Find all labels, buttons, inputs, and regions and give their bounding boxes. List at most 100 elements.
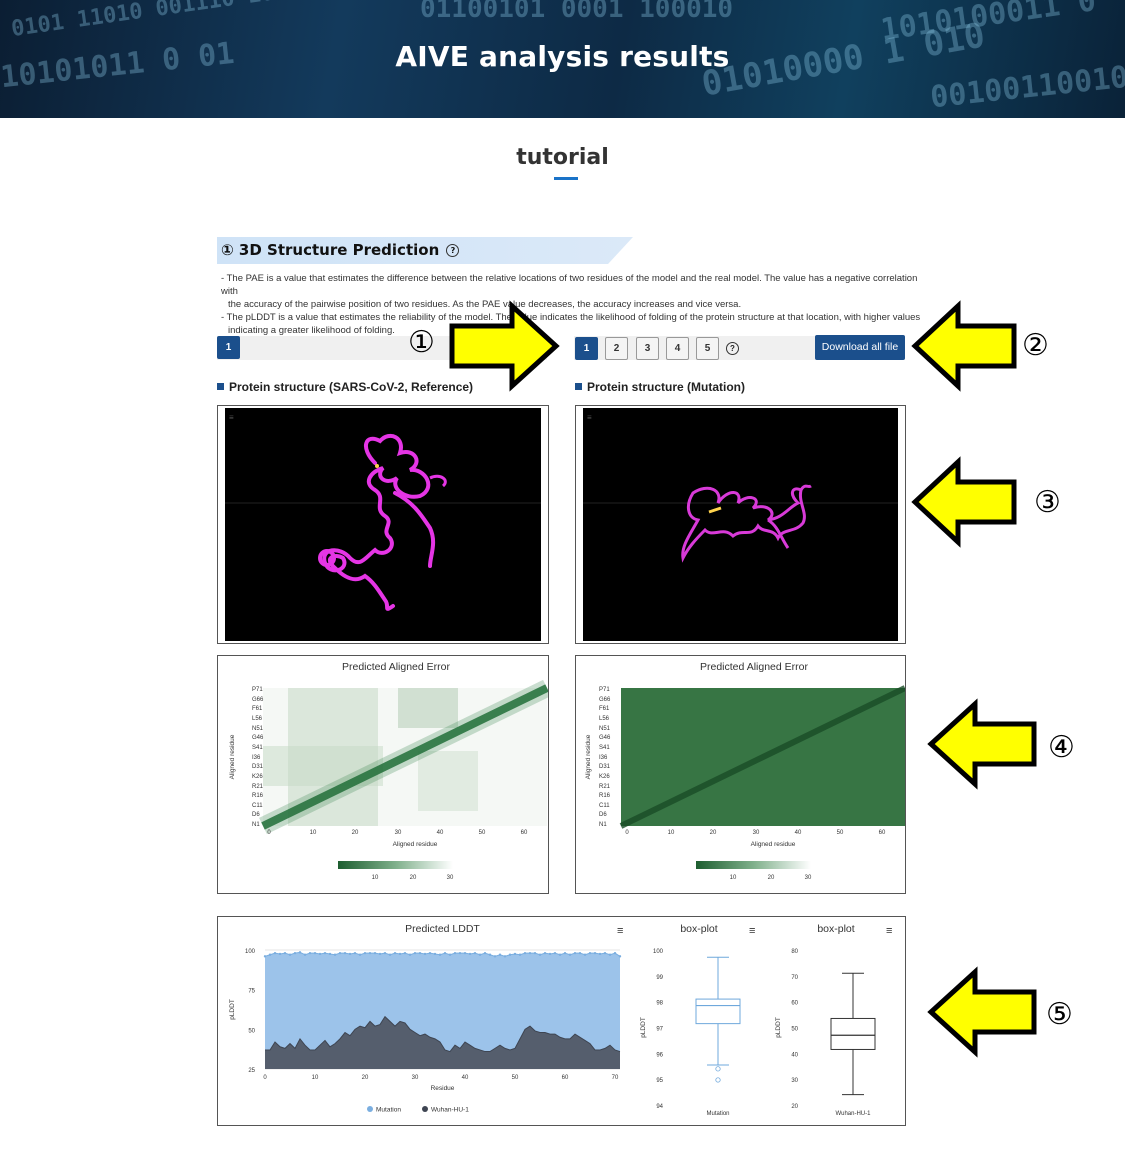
mutation-tab-3[interactable]: 3: [636, 337, 659, 360]
data-point: [433, 952, 437, 956]
data-point: [458, 951, 462, 955]
data-point: [528, 951, 532, 955]
pae-heatmap-mutation[interactable]: Predicted Aligned Error P71 G66 F61 L56 …: [575, 655, 907, 894]
data-point: [438, 953, 442, 956]
y-tick: P71: [252, 687, 263, 693]
data-point: [578, 951, 582, 955]
viewer-canvas[interactable]: ≡: [225, 408, 541, 641]
pae-x-ticks: 0 10 20 30 40 50 60: [625, 830, 886, 836]
colorbar-ticks: 10 20 30: [372, 875, 454, 881]
plddt-panel: Predicted LDDT ≡ 25 50 75 100 0 10 20 30 40 50 60 70 R…: [217, 916, 906, 1126]
pae-title: Predicted Aligned Error: [342, 661, 450, 673]
y-tick-label: 95: [656, 1078, 663, 1084]
viewer-menu-icon: ≡: [229, 413, 234, 422]
mutation-structure-viewer[interactable]: ≡: [575, 405, 906, 644]
data-point: [568, 953, 572, 956]
y-tick: N1: [599, 822, 607, 828]
data-point: [493, 955, 497, 958]
download-all-button[interactable]: Download all file: [815, 335, 905, 360]
data-point: [508, 953, 512, 956]
y-tick: R21: [599, 784, 611, 790]
data-point: [538, 953, 542, 956]
help-icon[interactable]: ?: [446, 244, 460, 257]
pae-x-ticks: 0 10 20 30 40 50 60: [267, 830, 528, 836]
y-tick: I36: [599, 755, 608, 761]
data-point: [558, 953, 562, 956]
colorbar-tick: 20: [410, 875, 417, 881]
box-iqr: [830, 1017, 876, 1050]
legend-label: Mutation: [376, 1107, 401, 1114]
data-point: [468, 952, 472, 956]
data-point: [533, 951, 537, 955]
x-tick-label: 20: [362, 1075, 369, 1081]
outlier-point: [715, 1066, 721, 1072]
area-chart-title: Predicted LDDT: [405, 923, 480, 935]
x-tick: 20: [710, 830, 717, 836]
data-point: [413, 951, 417, 955]
mutation-structure-title-text: Protein structure (Mutation): [587, 380, 745, 394]
data-point: [393, 951, 397, 955]
pae-y-ticks: P71 G66 F61 L56 N51 G46 S41 I36 D31 K26 …: [252, 687, 264, 828]
data-point: [333, 953, 337, 956]
data-point: [603, 951, 607, 955]
x-tick: 60: [521, 830, 528, 836]
colorbar-ticks: 10 20 30: [730, 875, 812, 881]
section-description: - The PAE is a value that estimates the …: [221, 272, 921, 337]
data-point: [403, 951, 407, 955]
help-icon[interactable]: ?: [726, 342, 739, 355]
mutation-tab-4[interactable]: 4: [666, 337, 689, 360]
outlier-point: [715, 1077, 721, 1083]
data-point: [313, 951, 317, 955]
x-category-label: Wuhan-HU-1: [836, 1111, 872, 1117]
data-point: [348, 952, 352, 956]
annotation-arrow-left-icon: [911, 456, 1017, 548]
description-line: - The PAE is a value that estimates the …: [221, 273, 918, 297]
x-tick-label: 60: [562, 1075, 569, 1081]
y-tick: R16: [599, 793, 611, 799]
mutation-tab-2[interactable]: 2: [605, 337, 628, 360]
data-point: [383, 951, 387, 955]
data-point: [323, 951, 327, 955]
box-iqr: [695, 998, 741, 1025]
viewer-canvas[interactable]: ≡: [583, 408, 898, 641]
mutation-tab-1[interactable]: 1: [575, 337, 598, 360]
y-tick: G46: [252, 735, 264, 741]
box-plot-title: box-plot: [817, 923, 854, 935]
y-tick-label: 98: [656, 1001, 663, 1007]
annotation-number-3: ③: [1034, 485, 1061, 520]
y-tick: N1: [252, 822, 260, 828]
banner-decoration: 0101 11010 001110 10100: [9, 0, 315, 43]
chart-menu-icon: ≡: [617, 925, 623, 937]
data-point: [523, 951, 527, 955]
annotation-arrow-right-icon: [449, 300, 560, 392]
y-tick-label: 97: [656, 1027, 663, 1033]
reference-tab-1[interactable]: 1: [217, 336, 240, 359]
chart-menu-icon: ≡: [749, 925, 755, 937]
data-point: [443, 951, 447, 955]
pae-heatmap-mutation-svg: Predicted Aligned Error P71 G66 F61 L56 …: [585, 661, 907, 881]
y-tick: G46: [599, 735, 611, 741]
data-point: [428, 951, 432, 955]
description-line: - The pLDDT is a value that estimates th…: [221, 312, 921, 323]
mutation-structure-title: Protein structure (Mutation): [575, 380, 745, 394]
x-tick: 20: [352, 830, 359, 836]
mutation-tab-5[interactable]: 5: [696, 337, 719, 360]
data-point: [463, 951, 467, 955]
pae-title: Predicted Aligned Error: [700, 661, 808, 673]
reference-structure-viewer[interactable]: ≡: [217, 405, 549, 644]
y-tick: I36: [252, 755, 261, 761]
protein-ribbon-mutation: ≡: [583, 413, 898, 563]
data-point: [588, 951, 592, 955]
data-point: [408, 953, 412, 956]
data-point: [308, 951, 312, 955]
x-tick: 10: [668, 830, 675, 836]
data-point: [613, 951, 617, 955]
y-tick-label: 100: [245, 949, 256, 955]
x-axis-label: Residue: [431, 1085, 455, 1092]
x-tick: 60: [879, 830, 886, 836]
y-tick: G66: [599, 697, 611, 703]
pae-heatmap-reference[interactable]: Predicted Aligned Error P71 G66 F61 L56 …: [217, 655, 551, 894]
data-point: [513, 952, 517, 956]
bullet-square: [217, 383, 224, 390]
data-point: [548, 952, 552, 956]
